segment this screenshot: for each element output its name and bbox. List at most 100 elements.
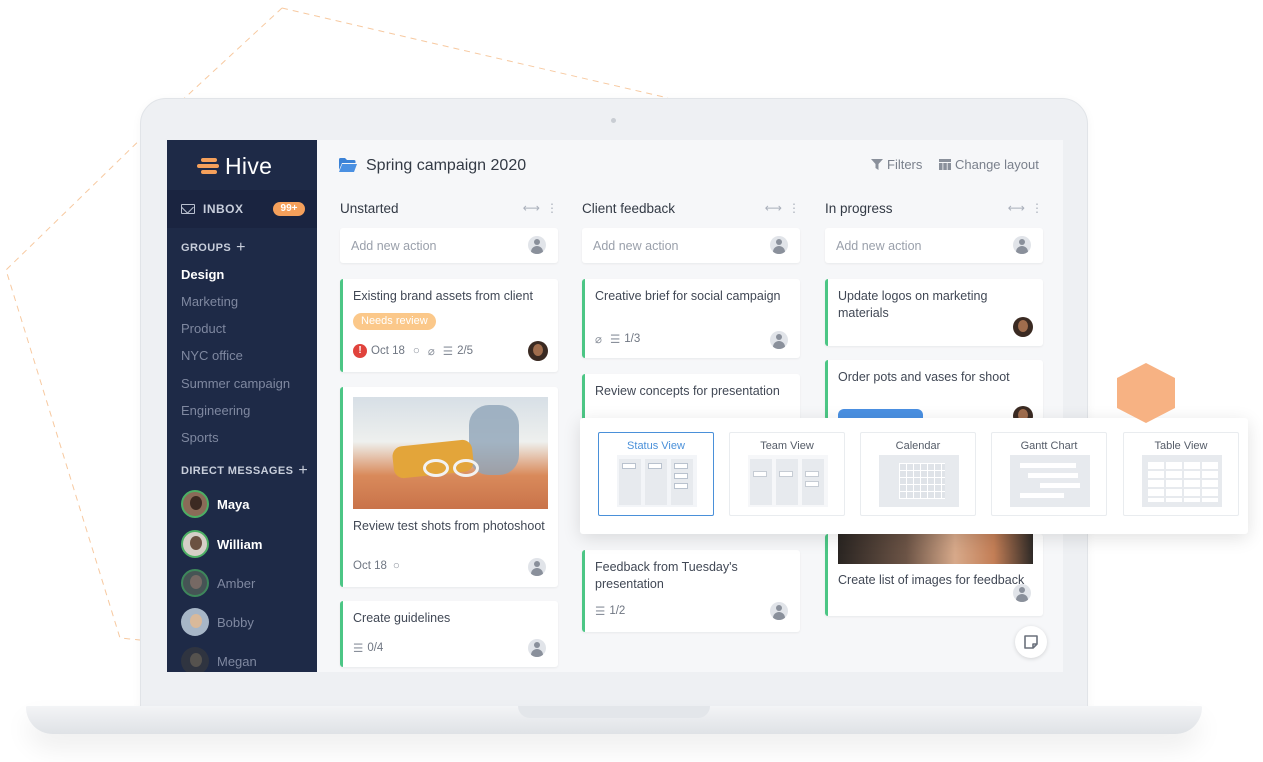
avatar xyxy=(528,341,548,361)
card-title: Create list of images for feedback xyxy=(838,573,1025,587)
view-option-gantt[interactable]: Gantt Chart xyxy=(991,432,1107,516)
subtask-count: 2/5 xyxy=(457,345,474,357)
card-meta: ⌀ ☰ 1/3 xyxy=(595,332,640,346)
add-action-card[interactable]: Add new action xyxy=(582,228,800,263)
due-date: Oct 18 xyxy=(353,560,387,572)
add-dm-button[interactable]: + xyxy=(298,463,308,479)
task-card[interactable]: Review test shots from photoshoot Oct 18… xyxy=(340,387,558,587)
avatar xyxy=(181,569,209,597)
card-meta: ☰ 1/2 xyxy=(595,604,625,618)
sidebar-item-summer-campaign[interactable]: Summer campaign xyxy=(181,376,290,391)
brand-logo[interactable]: Hive xyxy=(197,152,272,180)
avatar xyxy=(181,530,209,558)
dm-item-megan[interactable]: Megan xyxy=(181,647,257,672)
more-icon[interactable]: ⋮ xyxy=(1031,201,1043,215)
table-thumbnail xyxy=(1142,455,1222,507)
dm-name: Megan xyxy=(217,653,257,669)
filters-label: Filters xyxy=(887,157,923,172)
sidebar-item-design[interactable]: Design xyxy=(181,267,224,282)
view-option-calendar[interactable]: Calendar xyxy=(860,432,976,516)
sidebar-item-marketing[interactable]: Marketing xyxy=(181,294,238,309)
card-title: Update logos on marketing materials xyxy=(838,289,988,320)
task-card[interactable]: Order pots and vases for shoot xyxy=(825,360,1043,426)
task-card[interactable]: Feedback from Tuesday's presentation ☰ 1… xyxy=(582,550,800,632)
hive-logo-icon xyxy=(197,156,223,176)
sidebar-item-sports[interactable]: Sports xyxy=(181,430,219,445)
view-label: Status View xyxy=(627,440,685,452)
more-icon[interactable]: ⋮ xyxy=(788,201,800,215)
column-header: Unstarted ⟷ ⋮ xyxy=(340,192,558,224)
task-card[interactable]: Create list of images for feedback xyxy=(825,534,1043,616)
view-label: Gantt Chart xyxy=(1020,440,1078,452)
task-card[interactable]: Update logos on marketing materials xyxy=(825,279,1043,346)
dm-item-bobby[interactable]: Bobby xyxy=(181,608,254,636)
more-icon[interactable]: ⋮ xyxy=(546,201,558,215)
card-title: Create guidelines xyxy=(353,611,451,625)
add-action-card[interactable]: Add new action xyxy=(825,228,1043,263)
column-title: In progress xyxy=(825,200,893,216)
page-title: Spring campaign 2020 xyxy=(366,157,527,174)
status-badge: Needs review xyxy=(353,313,436,330)
column-header: In progress ⟷ ⋮ xyxy=(825,192,1043,224)
view-label: Table View xyxy=(1154,440,1208,452)
view-option-table[interactable]: Table View xyxy=(1123,432,1239,516)
alert-icon: ! xyxy=(353,344,367,358)
dm-item-maya[interactable]: Maya xyxy=(181,490,250,518)
dm-item-william[interactable]: William xyxy=(181,530,262,558)
add-action-input[interactable]: Add new action xyxy=(582,228,800,263)
view-option-status[interactable]: Status View xyxy=(598,432,714,516)
card-title: Review test shots from photoshoot xyxy=(353,519,545,533)
checklist-icon: ☰ xyxy=(595,606,606,618)
column-title: Client feedback xyxy=(582,200,676,216)
groups-title: GROUPS xyxy=(181,242,232,254)
sidebar-inbox[interactable]: INBOX 99+ xyxy=(167,190,317,228)
task-card[interactable]: Creative brief for social campaign ⌀ ☰ 1… xyxy=(582,279,800,358)
checklist-icon: ☰ xyxy=(353,643,364,655)
change-layout-label: Change layout xyxy=(955,157,1039,172)
column-title: Unstarted xyxy=(340,200,399,216)
dm-name: Amber xyxy=(217,575,256,591)
expand-icon[interactable]: ⟷ xyxy=(765,201,782,215)
assign-person-icon[interactable] xyxy=(770,331,788,349)
attachment-icon[interactable]: ⌀ xyxy=(428,344,435,358)
dm-item-amber[interactable]: Amber xyxy=(181,569,255,597)
add-action-card[interactable]: Add new action xyxy=(340,228,558,263)
assign-person-icon[interactable] xyxy=(770,602,788,620)
groups-header: GROUPS + xyxy=(181,240,246,256)
card-meta: ! Oct 18 ○ ⌀ ☰ 2/5 xyxy=(353,344,473,358)
assign-person-icon[interactable] xyxy=(1013,584,1031,602)
filters-button[interactable]: Filters xyxy=(871,157,922,172)
notes-button[interactable] xyxy=(1015,626,1047,658)
assign-person-icon[interactable] xyxy=(528,558,546,576)
comment-icon[interactable]: ○ xyxy=(413,345,420,357)
view-option-team[interactable]: Team View xyxy=(729,432,845,516)
sidebar-item-engineering[interactable]: Engineering xyxy=(181,403,250,418)
expand-icon[interactable]: ⟷ xyxy=(1008,201,1025,215)
add-action-input[interactable]: Add new action xyxy=(825,228,1043,263)
inbox-badge: 99+ xyxy=(273,202,305,216)
note-icon xyxy=(1024,635,1038,649)
sidebar-item-product[interactable]: Product xyxy=(181,321,226,336)
change-layout-button[interactable]: Change layout xyxy=(939,157,1039,172)
sidebar-item-nyc-office[interactable]: NYC office xyxy=(181,348,243,363)
layout-popup: Status View Team View Calendar Gantt Cha… xyxy=(580,418,1248,534)
add-group-button[interactable]: + xyxy=(236,240,246,256)
add-action-input[interactable]: Add new action xyxy=(340,228,558,263)
dm-name: Maya xyxy=(217,496,250,512)
expand-icon[interactable]: ⟷ xyxy=(523,201,540,215)
attachment-icon[interactable]: ⌀ xyxy=(595,332,602,346)
team-view-thumbnail xyxy=(748,455,828,507)
comment-icon[interactable]: ○ xyxy=(393,560,400,572)
assign-person-icon[interactable] xyxy=(528,236,546,254)
card-meta: ☰ 0/4 xyxy=(353,641,383,655)
avatar xyxy=(181,647,209,672)
task-card[interactable]: Existing brand assets from client Needs … xyxy=(340,279,558,372)
task-card[interactable]: Create guidelines ☰ 0/4 xyxy=(340,601,558,667)
column-header: Client feedback ⟷ ⋮ xyxy=(582,192,800,224)
assign-person-icon[interactable] xyxy=(1013,236,1031,254)
envelope-icon xyxy=(181,204,195,214)
assign-person-icon[interactable] xyxy=(528,639,546,657)
sidebar: Hive INBOX 99+ GROUPS + Design Marketing… xyxy=(167,140,317,672)
card-image xyxy=(353,397,548,509)
assign-person-icon[interactable] xyxy=(770,236,788,254)
